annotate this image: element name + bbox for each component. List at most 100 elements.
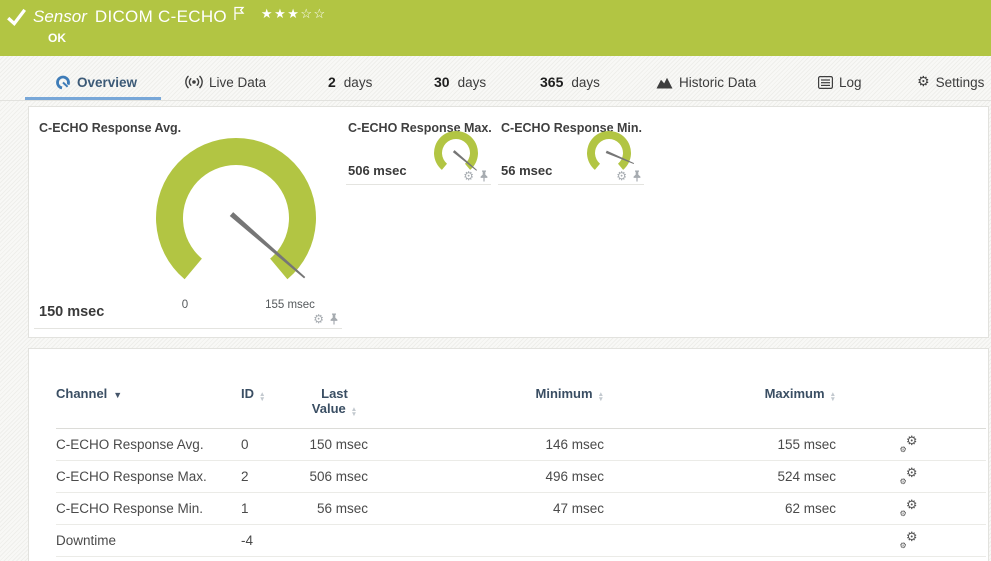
column-header-maximum[interactable]: Maximum ▲▼: [604, 386, 836, 403]
tab-overview-label: Overview: [77, 75, 137, 90]
stars-empty-icon[interactable]: ☆☆: [300, 6, 326, 21]
channel-last-value: 150 msec: [301, 437, 368, 452]
tab-365-days-number: 365: [540, 74, 563, 90]
gauge-avg-scale-min: 0: [182, 299, 188, 311]
gauge-min-gear-icon[interactable]: ⚙: [616, 170, 627, 182]
channel-minimum: 47 msec: [368, 501, 604, 516]
table-row: C-ECHO Response Min. 1 56 msec 47 msec 6…: [56, 493, 986, 525]
gauge-max-gear-icon[interactable]: ⚙: [463, 170, 474, 182]
tab-2-days[interactable]: 2 days: [328, 64, 372, 100]
log-list-icon: [818, 76, 833, 89]
channel-id: 2: [241, 469, 301, 484]
tab-log[interactable]: Log: [818, 64, 862, 100]
sort-icon: ▲▼: [830, 393, 836, 403]
column-header-value-label: Value: [312, 401, 346, 416]
column-header-last-label: Last: [301, 386, 368, 401]
tab-historic-data[interactable]: Historic Data: [656, 64, 756, 100]
gauge-max-pin-icon[interactable]: [479, 170, 489, 182]
channels-table: Channel▼ ID▲▼ Last Value▲▼ Minimum▲▼ Max…: [56, 386, 986, 557]
channel-maximum: 62 msec: [604, 501, 836, 516]
column-header-maximum-label: Maximum: [765, 386, 825, 401]
sort-icon: ▲▼: [351, 408, 357, 418]
sort-desc-icon: ▼: [113, 390, 122, 400]
gauge-max-cell: C-ECHO Response Max. 506 msec ⚙: [346, 111, 491, 185]
channel-maximum: 524 msec: [604, 469, 836, 484]
channel-id: -4: [241, 533, 301, 548]
divider: [498, 184, 644, 185]
column-header-channel-label: Channel: [56, 386, 107, 401]
tab-30-days-label: days: [458, 75, 487, 90]
flag-icon[interactable]: [233, 6, 245, 21]
table-row: Downtime -4 ⚙⚙: [56, 525, 986, 557]
edit-channel-gears-icon[interactable]: ⚙⚙: [900, 468, 918, 484]
tab-log-label: Log: [839, 75, 862, 90]
gauge-icon: [55, 74, 71, 90]
tab-30-days[interactable]: 30 days: [434, 64, 486, 100]
gauge-max-value: 506 msec: [348, 163, 407, 178]
tab-2-days-number: 2: [328, 74, 336, 90]
column-header-channel[interactable]: Channel ▼: [56, 386, 241, 401]
historic-chart-icon: [656, 76, 673, 89]
column-header-id-label: ID: [241, 386, 254, 401]
broadcast-icon: [185, 75, 203, 89]
edit-channel-gears-icon[interactable]: ⚙⚙: [900, 532, 918, 548]
gauge-avg-actions: ⚙: [313, 313, 339, 325]
gauge-min-value: 56 msec: [501, 163, 552, 178]
channel-maximum: 155 msec: [604, 437, 836, 452]
column-header-id[interactable]: ID ▲▼: [241, 386, 301, 403]
stars-filled-icon[interactable]: ★★★: [261, 6, 300, 21]
divider: [34, 328, 342, 329]
sensor-header-line: Sensor DICOM C-ECHO ★★★☆☆: [6, 6, 327, 28]
tab-settings[interactable]: ⚙ Settings: [917, 64, 984, 100]
sort-icon: ▲▼: [259, 393, 265, 403]
channel-minimum: 496 msec: [368, 469, 604, 484]
gauge-min-actions: ⚙: [616, 170, 642, 182]
channel-minimum: 146 msec: [368, 437, 604, 452]
channels-panel: Channel▼ ID▲▼ Last Value▲▼ Minimum▲▼ Max…: [28, 348, 989, 561]
channel-id: 1: [241, 501, 301, 516]
channel-name: C-ECHO Response Avg.: [56, 437, 241, 452]
column-header-minimum-label: Minimum: [536, 386, 593, 401]
channel-id: 0: [241, 437, 301, 452]
column-header-minimum[interactable]: Minimum▲▼: [368, 386, 604, 403]
table-row: C-ECHO Response Max. 2 506 msec 496 msec…: [56, 461, 986, 493]
tab-overview[interactable]: Overview: [55, 64, 137, 100]
tab-30-days-number: 30: [434, 74, 450, 90]
gauge-avg-cell: C-ECHO Response Avg. 0 155 msec 150 msec…: [34, 111, 342, 329]
channel-name: C-ECHO Response Max.: [56, 469, 241, 484]
tab-settings-label: Settings: [936, 75, 985, 90]
gauge-avg-value: 150 msec: [39, 304, 104, 320]
status-badge: OK: [48, 31, 66, 45]
gauge-min-pin-icon[interactable]: [632, 170, 642, 182]
tab-365-days[interactable]: 365 days: [540, 64, 600, 100]
tab-live-data-label: Live Data: [209, 75, 266, 90]
sensor-title: DICOM C-ECHO: [95, 7, 227, 27]
gauge-avg-gear-icon[interactable]: ⚙: [313, 313, 324, 325]
edit-channel-gears-icon[interactable]: ⚙⚙: [900, 500, 918, 516]
ok-checkmark-icon: [6, 6, 28, 28]
tab-2-days-label: days: [344, 75, 373, 90]
channel-name: Downtime: [56, 533, 241, 548]
tab-365-days-label: days: [571, 75, 600, 90]
prtg-sensor-page: Sensor DICOM C-ECHO ★★★☆☆ OK Overview Li…: [0, 0, 991, 561]
gauge-max-actions: ⚙: [463, 170, 489, 182]
tab-bar: Overview Live Data 2 days 30 days 365 da…: [0, 64, 991, 101]
gauge-min-cell: C-ECHO Response Min. 56 msec ⚙: [498, 111, 644, 185]
sensor-header: Sensor DICOM C-ECHO ★★★☆☆ OK: [0, 0, 991, 56]
table-header-row: Channel▼ ID▲▼ Last Value▲▼ Minimum▲▼ Max…: [56, 386, 986, 429]
channel-last-value: 506 msec: [301, 469, 368, 484]
gauge-avg-pin-icon[interactable]: [329, 313, 339, 325]
column-header-last-value[interactable]: Last Value ▲▼: [301, 386, 368, 418]
priority-stars[interactable]: ★★★☆☆: [261, 6, 327, 22]
gauges-panel: C-ECHO Response Avg. 0 155 msec 150 msec…: [28, 106, 989, 338]
divider: [346, 184, 491, 185]
settings-gear-icon: ⚙: [917, 75, 930, 89]
channel-name: C-ECHO Response Min.: [56, 501, 241, 516]
tab-historic-data-label: Historic Data: [679, 75, 756, 90]
tab-live-data[interactable]: Live Data: [185, 64, 266, 100]
table-row: C-ECHO Response Avg. 0 150 msec 146 msec…: [56, 429, 986, 461]
gauge-avg-dial: [146, 136, 326, 286]
gauge-avg-scale-max: 155 msec: [265, 299, 315, 311]
channel-last-value: 56 msec: [301, 501, 368, 516]
edit-channel-gears-icon[interactable]: ⚙⚙: [900, 436, 918, 452]
